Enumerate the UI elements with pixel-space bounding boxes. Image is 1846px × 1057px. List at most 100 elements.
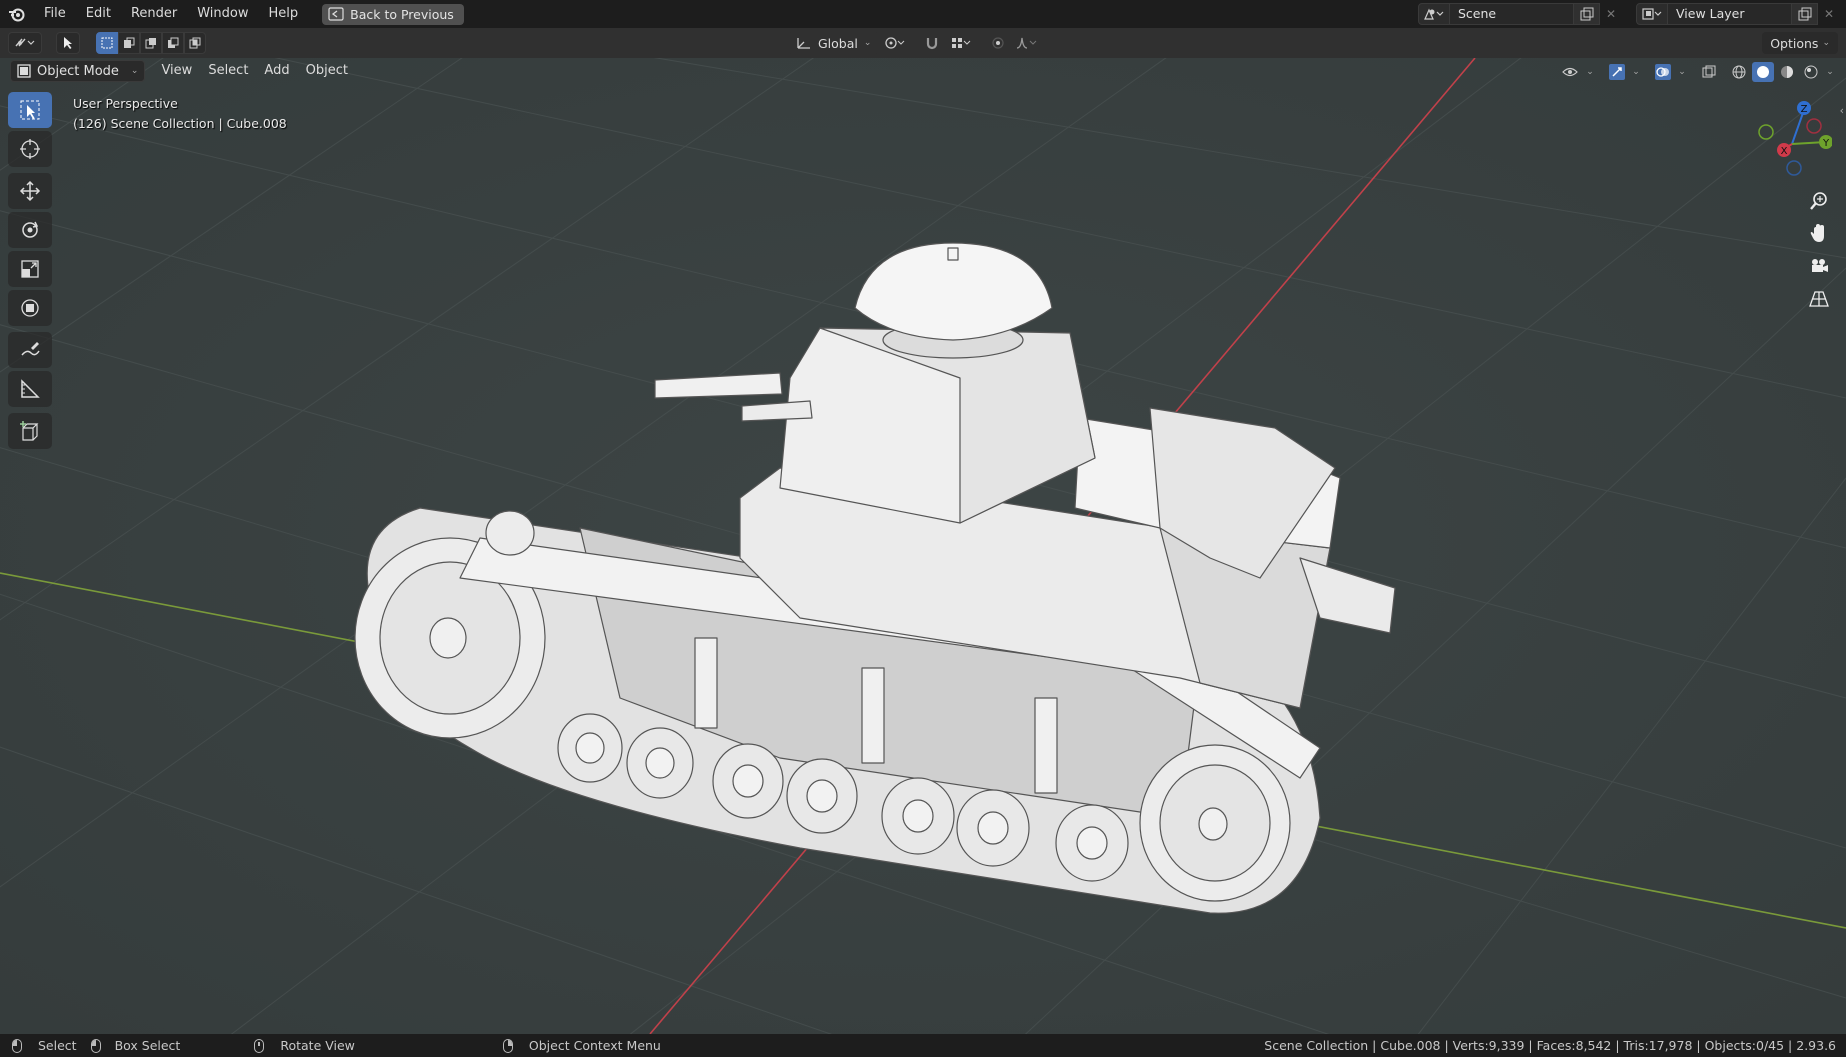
shading-material-button[interactable] xyxy=(1776,62,1798,82)
overlays-dropdown-arrow[interactable]: ⌄ xyxy=(1676,62,1688,82)
tool-move[interactable] xyxy=(8,173,52,209)
sidebar-toggle-arrow[interactable]: ‹ xyxy=(1840,104,1844,117)
duplicate-icon xyxy=(1798,7,1811,21)
viewport-info-overlay: User Perspective (126) Scene Collection … xyxy=(73,94,287,134)
transform-orientation-dropdown[interactable]: Global ⌄ xyxy=(788,32,880,54)
menu-help[interactable]: Help xyxy=(259,0,309,28)
options-label: Options xyxy=(1770,35,1819,51)
mode-subtract-button[interactable] xyxy=(140,32,162,54)
status-context-label: Object Context Menu xyxy=(528,1038,661,1053)
select-box-icon xyxy=(20,100,40,120)
overlays-toggle[interactable] xyxy=(1652,62,1674,82)
active-object-label: (126) Scene Collection | Cube.008 xyxy=(73,116,287,131)
visibility-dropdown[interactable] xyxy=(1560,62,1582,82)
menu-edit[interactable]: Edit xyxy=(76,0,121,28)
gizmo-toggle[interactable] xyxy=(1606,62,1628,82)
pivot-point-dropdown[interactable] xyxy=(878,32,912,54)
mode-intersect-button[interactable] xyxy=(184,32,206,54)
status-hint-context: Object Context Menu xyxy=(502,1038,661,1053)
snap-toggle[interactable] xyxy=(920,32,944,54)
tool-cursor[interactable] xyxy=(8,131,52,167)
menu-window[interactable]: Window xyxy=(187,0,258,28)
overlays-icon xyxy=(1655,64,1671,80)
zoom-button[interactable] xyxy=(1804,186,1834,216)
pan-button[interactable] xyxy=(1804,218,1834,248)
xray-icon xyxy=(1702,65,1716,78)
menu-file[interactable]: File xyxy=(34,0,76,28)
view-perspective-label: User Perspective xyxy=(73,96,178,111)
new-view-layer-button[interactable] xyxy=(1792,3,1818,25)
measure-ruler-icon xyxy=(21,379,40,398)
select-subtract-icon xyxy=(145,38,156,49)
tool-scale[interactable] xyxy=(8,251,52,287)
snap-target-dropdown[interactable] xyxy=(944,32,978,54)
gizmo-dropdown-arrow[interactable]: ⌄ xyxy=(1630,62,1642,82)
pivot-snap-group xyxy=(878,32,1044,54)
navigation-gizmo[interactable]: Z Y X xyxy=(1752,96,1832,180)
select-extend-icon xyxy=(124,37,135,48)
viewport-menu-add[interactable]: Add xyxy=(256,60,297,82)
scene-name-field[interactable]: Scene xyxy=(1450,3,1574,25)
active-tool-button[interactable] xyxy=(56,32,80,54)
mode-extend-button[interactable] xyxy=(118,32,140,54)
mouse-middle-icon xyxy=(254,1038,265,1053)
scene-selector: Scene ✕ xyxy=(1418,3,1622,25)
options-dropdown[interactable]: Options ⌄ xyxy=(1762,32,1838,54)
proportional-editing-toggle[interactable] xyxy=(986,32,1010,54)
gizmo-icon xyxy=(1609,64,1625,80)
visibility-dropdown-arrow[interactable]: ⌄ xyxy=(1584,62,1596,82)
3d-cursor-icon xyxy=(20,139,40,159)
shading-wireframe-button[interactable] xyxy=(1728,62,1750,82)
tool-rotate[interactable] xyxy=(8,212,52,248)
options-group: Options ⌄ xyxy=(1762,32,1838,54)
object-mode-dropdown[interactable]: Object Mode ⌄ xyxy=(10,60,146,82)
hand-icon xyxy=(1810,224,1824,242)
3d-viewport[interactable]: Object Mode ⌄ View Select Add Object ⌄ ⌄… xyxy=(0,58,1846,1034)
mode-set-button[interactable] xyxy=(96,32,118,54)
gizmo-y-label: Y xyxy=(1822,138,1830,149)
delete-scene-button[interactable]: ✕ xyxy=(1600,3,1622,25)
editor-type-button[interactable] xyxy=(8,32,42,54)
tool-measure[interactable] xyxy=(8,371,52,407)
status-box-select-label: Box Select xyxy=(114,1038,181,1053)
perspective-toggle-button[interactable] xyxy=(1804,284,1834,314)
scene-browse-button[interactable] xyxy=(1418,3,1450,25)
tool-annotate[interactable] xyxy=(8,332,52,368)
annotate-pencil-icon xyxy=(21,342,40,356)
falloff-dropdown[interactable] xyxy=(1010,32,1044,54)
blender-logo-icon[interactable] xyxy=(0,0,34,28)
viewport-menu-view[interactable]: View xyxy=(153,60,200,82)
xray-toggle[interactable] xyxy=(1698,62,1720,82)
viewport-menu-select[interactable]: Select xyxy=(200,60,256,82)
status-hint-select: Select xyxy=(12,1038,77,1053)
back-to-previous-button[interactable]: Back to Previous xyxy=(322,3,464,25)
gizmo-neg-x[interactable] xyxy=(1806,118,1822,134)
new-scene-button[interactable] xyxy=(1574,3,1600,25)
mode-difference-button[interactable] xyxy=(162,32,184,54)
view-layer-selector: View Layer ✕ xyxy=(1636,3,1840,25)
workspace-selectors: Scene ✕ View Layer ✕ xyxy=(1418,0,1846,28)
delete-view-layer-button[interactable]: ✕ xyxy=(1818,3,1840,25)
view-layer-name-field[interactable]: View Layer xyxy=(1668,3,1792,25)
menu-render[interactable]: Render xyxy=(121,0,187,28)
pivot-icon xyxy=(885,37,905,49)
view-layer-browse-button[interactable] xyxy=(1636,3,1668,25)
shading-rendered-button[interactable] xyxy=(1800,62,1822,82)
shading-solid-button[interactable] xyxy=(1752,62,1774,82)
3d-viewport-icon xyxy=(15,38,35,47)
gizmo-neg-y[interactable] xyxy=(1758,124,1774,140)
tool-select-box[interactable] xyxy=(8,92,52,128)
tool-transform[interactable] xyxy=(8,290,52,326)
front-wheel xyxy=(1139,744,1291,902)
wireframe-sphere-icon xyxy=(1732,65,1746,79)
shading-dropdown-arrow[interactable]: ⌄ xyxy=(1824,62,1836,82)
status-hint-rotate: Rotate View xyxy=(254,1038,355,1053)
viewport-menu-object[interactable]: Object xyxy=(298,60,356,82)
camera-view-button[interactable] xyxy=(1804,251,1834,281)
gizmo-neg-z[interactable] xyxy=(1786,160,1802,176)
mouse-right-icon xyxy=(502,1038,513,1053)
screen-back-icon xyxy=(328,7,344,21)
rotate-icon xyxy=(22,221,39,238)
tool-add-cube[interactable] xyxy=(8,413,52,449)
object-mode-label: Object Mode xyxy=(37,63,119,79)
